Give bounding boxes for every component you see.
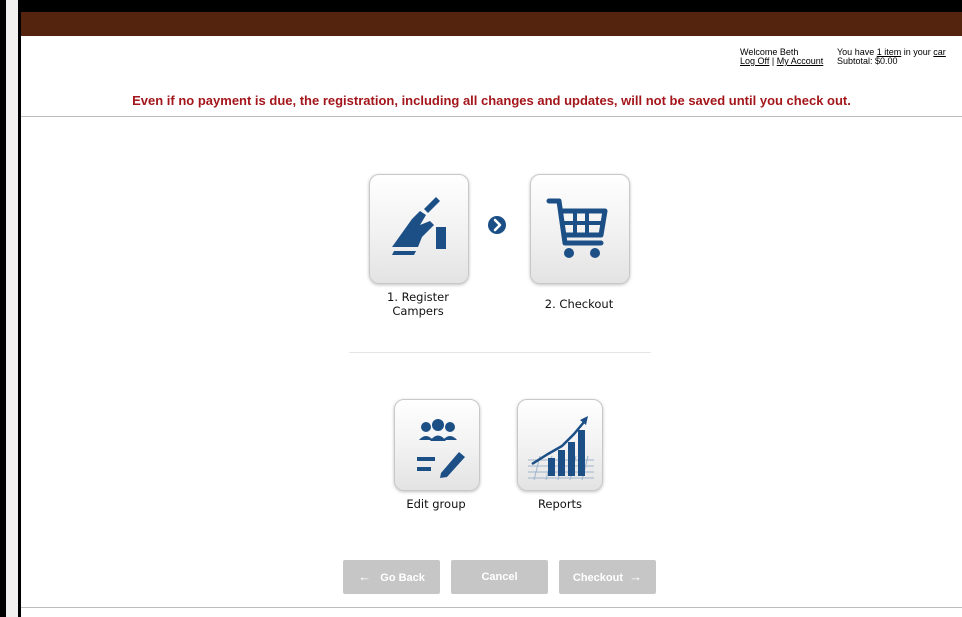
cart-summary: You have 1 item in your car Subtotal: $0… <box>837 48 946 66</box>
window-top-border <box>0 0 962 12</box>
divider-top <box>21 116 962 117</box>
cart-subtotal: Subtotal: $0.00 <box>837 56 898 66</box>
register-campers-label: 1. Register Campers <box>373 290 463 318</box>
cancel-button[interactable]: Cancel <box>451 560 548 594</box>
divider-bottom <box>21 607 962 608</box>
checkout-step-label: 2. Checkout <box>544 297 614 311</box>
main-content: Welcome Beth Log Off | My Account You ha… <box>21 36 962 617</box>
my-account-link[interactable]: My Account <box>777 56 824 66</box>
arrow-right-icon: → <box>629 569 643 584</box>
header-bar <box>21 12 962 36</box>
link-separator: | <box>771 56 775 66</box>
bar-chart-growth-icon <box>528 416 594 481</box>
reports-label: Reports <box>537 497 583 511</box>
checkout-label: Checkout <box>572 572 623 584</box>
edit-group-label: Edit group <box>406 497 466 511</box>
register-label-line1: 1. Register <box>387 290 449 304</box>
user-welcome: Welcome Beth Log Off | My Account <box>740 48 823 66</box>
write-hand-icon <box>392 197 446 255</box>
reports-button[interactable] <box>517 399 603 491</box>
checkout-step-button[interactable] <box>530 174 630 284</box>
go-back-button[interactable]: ← Go Back <box>343 560 440 594</box>
register-label-line2: Campers <box>392 304 444 318</box>
go-back-label: Go Back <box>380 572 425 584</box>
checkout-button[interactable]: Checkout → <box>559 560 656 594</box>
register-campers-button[interactable] <box>369 174 469 284</box>
next-step-arrow-icon <box>488 216 506 234</box>
arrow-left-icon: ← <box>358 569 372 584</box>
shopping-cart-icon <box>546 198 608 258</box>
cancel-label: Cancel <box>481 571 518 583</box>
divider-middle <box>349 352 651 353</box>
cart-suffix: in your <box>903 47 931 57</box>
cart-link[interactable]: car <box>933 47 946 57</box>
group-edit-icon <box>417 419 465 478</box>
checkout-warning: Even if no payment is due, the registrat… <box>132 93 851 108</box>
log-off-link[interactable]: Log Off <box>740 56 769 66</box>
edit-group-button[interactable] <box>394 399 480 491</box>
